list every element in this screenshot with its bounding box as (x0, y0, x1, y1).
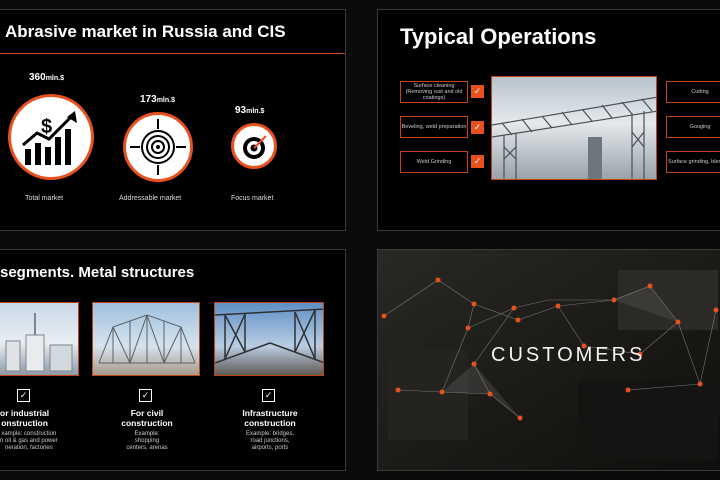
segment-infrastructure-desc: Example: bridges, road junctions, airports… (245, 431, 295, 452)
slide-typical-operations[interactable]: Typical Operations Surface cleaning (Rem… (377, 9, 720, 231)
title-divider (0, 53, 345, 54)
slide-title: Typical Operations (400, 24, 597, 49)
segment-civil-title: For civil construction (121, 408, 173, 428)
industrial-photo (0, 302, 79, 376)
civil-photo (92, 302, 200, 376)
op-gouging: Gouging (666, 116, 720, 138)
segment-industrial-desc: xample: construction n oil & gas and powe… (0, 431, 58, 452)
chart-dollar-icon: $ (8, 94, 94, 180)
slide-segments-metal-structures[interactable]: segments. Metal structures ✓ ✓ ✓ or indu… (0, 249, 346, 471)
bullseye-icon (231, 123, 277, 169)
op-weld-grinding: Weld Grinding (400, 151, 468, 173)
segment-civil-desc: Example: shopping centers, arenas (126, 431, 168, 452)
addressable-market-value: 173mln.$ (140, 94, 175, 105)
slide-abrasive-market[interactable]: Abrasive market in Russia and CIS 360mln… (0, 9, 346, 231)
slide-title: Abrasive market in Russia and CIS (5, 22, 286, 41)
infrastructure-photo (214, 302, 324, 376)
slide-customers[interactable]: CUSTOMERS (377, 249, 720, 471)
addressable-market-label: Addressable market (119, 195, 182, 202)
focus-market-value: 93mln.$ (235, 105, 265, 116)
check-icon: ✓ (471, 155, 484, 168)
total-market-label: Total market (25, 195, 64, 202)
check-icon: ✓ (471, 85, 484, 98)
op-cutting: Cutting (666, 81, 720, 103)
checkbox-icon: ✓ (139, 389, 152, 402)
op-beveling: Beveling, weld preparation (400, 116, 468, 138)
segment-industrial-title: or industrial onstruction (0, 408, 50, 428)
check-icon: ✓ (471, 121, 484, 134)
op-surface-cleaning: Surface cleaning (Removing rust and old … (400, 81, 468, 103)
focus-market-label: Focus market (231, 195, 274, 202)
total-market-value: 360mln.$ (29, 72, 64, 83)
segment-infrastructure-title: Infrastructure construction (242, 408, 298, 428)
op-surface-grinding: Surface grinding, blending (666, 151, 720, 173)
target-arrows-icon (123, 112, 193, 182)
slide-title: segments. Metal structures (0, 264, 195, 281)
customers-title: CUSTOMERS (491, 344, 646, 366)
checkbox-icon: ✓ (17, 389, 30, 402)
steel-structure-photo (491, 76, 657, 180)
checkbox-icon: ✓ (262, 389, 275, 402)
